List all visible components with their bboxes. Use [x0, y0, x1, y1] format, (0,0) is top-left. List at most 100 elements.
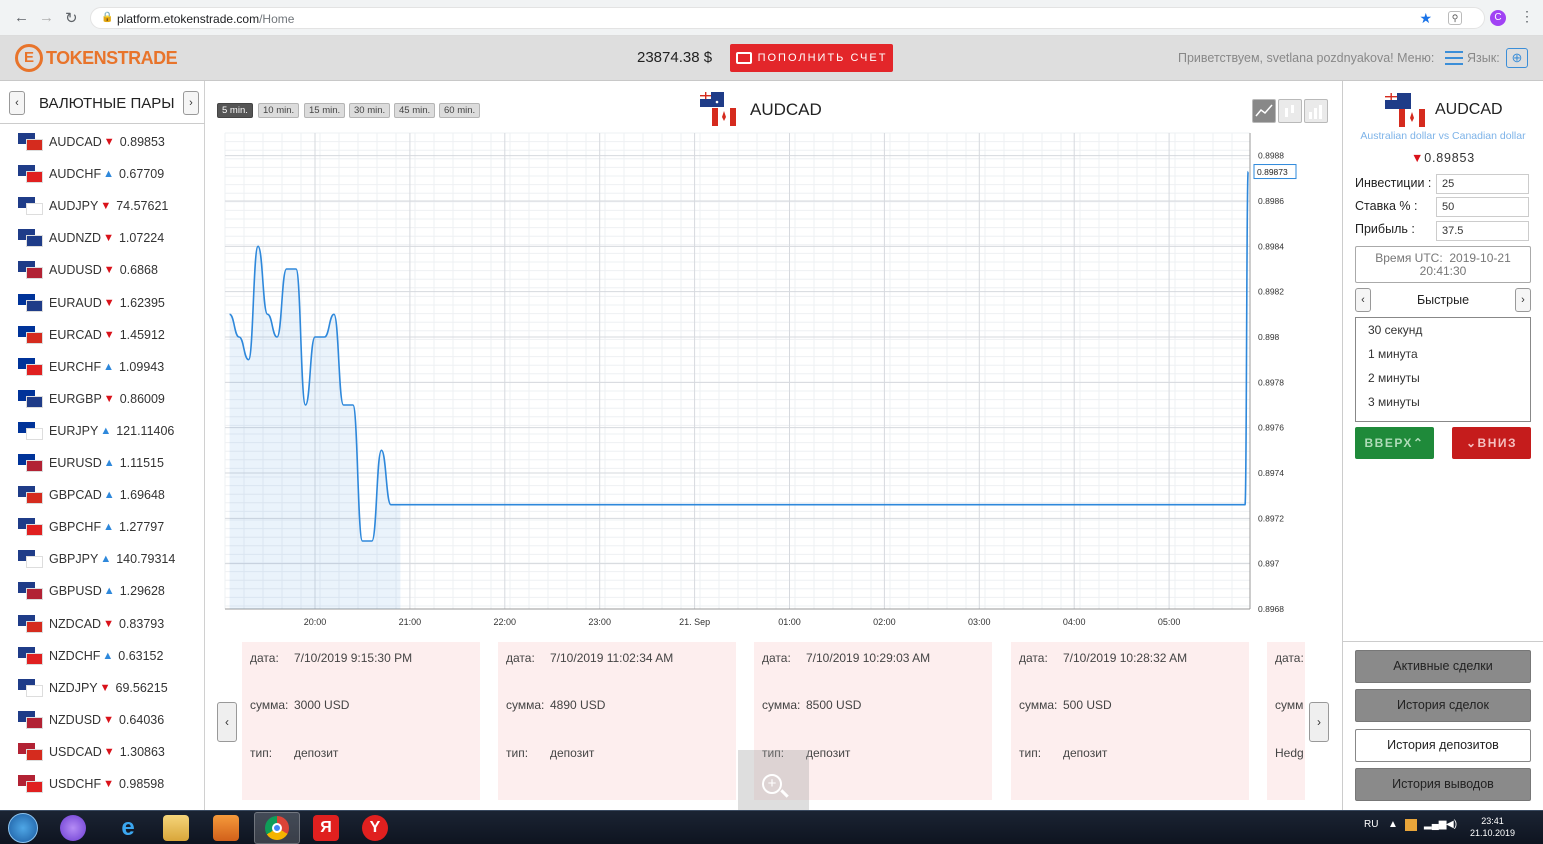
pair-item[interactable]: NZDCHF ▲ 0.63152 — [18, 640, 163, 672]
logo[interactable]: E TOKENSTRADE — [15, 44, 178, 72]
card-field-value: 7/10/2019 9:15:30 PM — [294, 651, 413, 665]
deposit-history-button[interactable]: История депозитов — [1355, 729, 1531, 762]
language-label: Язык: — [1467, 51, 1500, 65]
pair-item[interactable]: GBPCHF ▲ 1.27797 — [18, 511, 164, 543]
down-button[interactable]: ⌄ВНИЗ — [1452, 427, 1531, 459]
investment-input[interactable] — [1436, 174, 1529, 194]
pair-item[interactable]: AUDNZD ▼ 1.07224 — [18, 222, 164, 254]
card-field-label: сумма: — [506, 698, 545, 712]
tray-expand-icon[interactable]: ▲ — [1388, 819, 1398, 830]
expiry-mode-selector: ‹ Быстрые › — [1355, 288, 1531, 312]
chrome-taskbar-button[interactable] — [254, 812, 300, 844]
pair-item[interactable]: EURGBP ▼ 0.86009 — [18, 383, 165, 415]
network-icon[interactable]: ▂▄▆ — [1424, 819, 1446, 830]
x-tick-label: 01:00 — [778, 617, 801, 627]
y-tick-label: 0.8976 — [1258, 423, 1284, 433]
pair-name: GBPJPY — [49, 552, 99, 567]
cards-prev-button[interactable]: ‹ — [217, 702, 237, 742]
pair-item[interactable]: NZDCAD ▼ 0.83793 — [18, 608, 164, 640]
timeframe-button[interactable]: 10 min. — [258, 103, 300, 118]
line-chart-icon[interactable] — [1252, 99, 1276, 123]
withdrawal-history-button[interactable]: История выводов — [1355, 768, 1531, 801]
pair-flag-icon — [18, 261, 43, 280]
x-tick-label: 23:00 — [588, 617, 611, 627]
pair-item[interactable]: GBPCAD ▲ 1.69648 — [18, 479, 165, 511]
yandex-icon[interactable]: Y — [362, 815, 388, 841]
trend-down-icon: ▼ — [103, 232, 114, 245]
language-indicator[interactable]: RU — [1364, 819, 1378, 830]
pair-item[interactable]: EURCHF ▲ 1.09943 — [18, 351, 164, 383]
forward-icon[interactable]: → — [39, 9, 54, 26]
app-header: E TOKENSTRADE 23874.38 $ ПОПОЛНИТЬ СЧЕТ … — [0, 36, 1543, 81]
pair-item[interactable]: EURJPY ▲ 121.11406 — [18, 415, 174, 447]
card-field-label: дата: — [1019, 651, 1048, 665]
pair-item[interactable]: GBPJPY ▲ 140.79314 — [18, 543, 175, 575]
tray-app-icon[interactable] — [1405, 819, 1417, 831]
pair-item[interactable]: AUDCAD ▼ 0.89853 — [18, 126, 165, 158]
system-clock[interactable]: 23:41 21.10.2019 — [1470, 815, 1515, 839]
profile-avatar[interactable]: C — [1490, 10, 1506, 26]
pair-item[interactable]: USDCAD ▼ 1.30863 — [18, 736, 165, 768]
extension-icon[interactable]: ⚲ — [1448, 11, 1462, 25]
mode-next-button[interactable]: › — [1515, 288, 1531, 312]
timeframe-button[interactable]: 30 min. — [349, 103, 391, 118]
pair-item[interactable]: AUDUSD ▼ 0.6868 — [18, 254, 158, 286]
timeframe-button[interactable]: 15 min. — [304, 103, 346, 118]
back-icon[interactable]: ← — [14, 9, 29, 26]
pair-item[interactable]: GBPUSD ▲ 1.29628 — [18, 575, 165, 607]
card-row: тип: депозит — [250, 746, 338, 760]
trend-up-icon: ▲ — [100, 553, 112, 566]
pair-item[interactable]: USDCHF ▼ 0.98598 — [18, 768, 164, 800]
card-field-value: 7/10/2019 10:28:32 AM — [1063, 651, 1188, 665]
pair-item[interactable]: AUDJPY ▼ 74.57621 — [18, 190, 168, 222]
hamburger-menu-icon[interactable] — [1445, 51, 1463, 65]
timeframe-button[interactable]: 45 min. — [394, 103, 436, 118]
file-explorer-icon[interactable] — [163, 815, 189, 841]
globe-icon[interactable]: ⊕ — [1506, 48, 1528, 68]
trend-up-icon: ▲ — [103, 360, 114, 373]
active-trades-button[interactable]: Активные сделки — [1355, 650, 1531, 683]
trade-history-button[interactable]: История сделок — [1355, 689, 1531, 722]
yandex-browser-icon[interactable]: Я — [313, 815, 339, 841]
pair-item[interactable]: EURUSD ▲ 1.11515 — [18, 447, 164, 479]
pair-item[interactable]: NZDUSD ▼ 0.64036 — [18, 704, 164, 736]
bookmark-star-icon[interactable]: ★ — [1419, 10, 1432, 27]
expiry-option[interactable]: 2 минуты — [1368, 371, 1420, 385]
pair-item[interactable]: NZDJPY ▼ 69.56215 — [18, 672, 168, 704]
cards-next-button[interactable]: › — [1309, 702, 1329, 742]
expiry-option[interactable]: 3 минуты — [1368, 395, 1420, 409]
reload-icon[interactable]: ↻ — [65, 9, 78, 27]
bar-chart-icon[interactable] — [1304, 99, 1328, 123]
deposit-card: дата: 7/10/2019 11:02:34 AM сумма: 4890 USD… — [498, 642, 736, 800]
rate-percent-input[interactable] — [1436, 197, 1529, 217]
y-tick-label: 0.8986 — [1258, 196, 1284, 206]
profit-input[interactable] — [1436, 221, 1529, 241]
pair-item[interactable]: AUDCHF ▲ 0.67709 — [18, 158, 164, 190]
internet-explorer-icon[interactable]: e — [115, 815, 141, 841]
address-bar[interactable]: 🔒 platform.etokenstrade.com/Home ★ ⚲ — [90, 7, 1485, 29]
price-chart[interactable]: 20:00 21:00 22:00 23:00 21. Sep 01:00 02:00 03:… — [205, 125, 1342, 635]
expiry-option[interactable]: 1 минута — [1368, 347, 1418, 361]
pair-item[interactable]: EURCAD ▼ 1.45912 — [18, 319, 165, 351]
candle-chart-icon[interactable] — [1278, 99, 1302, 123]
browser-menu-icon[interactable]: ⋮ — [1520, 8, 1534, 25]
pair-item[interactable]: EURAUD ▼ 1.62395 — [18, 287, 165, 319]
deposit-button[interactable]: ПОПОЛНИТЬ СЧЕТ — [730, 44, 893, 72]
zoom-overlay[interactable]: + — [738, 750, 809, 810]
pair-name: NZDCAD — [49, 616, 102, 631]
pair-value: 0.63152 — [118, 648, 164, 663]
timeframe-button[interactable]: 60 min. — [439, 103, 481, 118]
y-tick-label: 0.898 — [1258, 332, 1280, 342]
up-button[interactable]: ВВЕРХ⌃ — [1355, 427, 1434, 459]
pair-flag-icon — [18, 421, 43, 440]
timeframe-button[interactable]: 5 min. — [217, 103, 253, 118]
sidebar-prev-button[interactable]: ‹ — [9, 91, 25, 115]
volume-icon[interactable]: ◀) — [1446, 819, 1457, 830]
sidebar-next-button[interactable]: › — [183, 91, 199, 115]
mode-label: Быстрые — [1416, 293, 1470, 307]
alice-icon[interactable] — [60, 815, 86, 841]
media-player-icon[interactable] — [213, 815, 239, 841]
start-button[interactable] — [8, 813, 38, 843]
card-row: тип: депозит — [506, 746, 594, 760]
expiry-option[interactable]: 30 секунд — [1368, 323, 1422, 337]
